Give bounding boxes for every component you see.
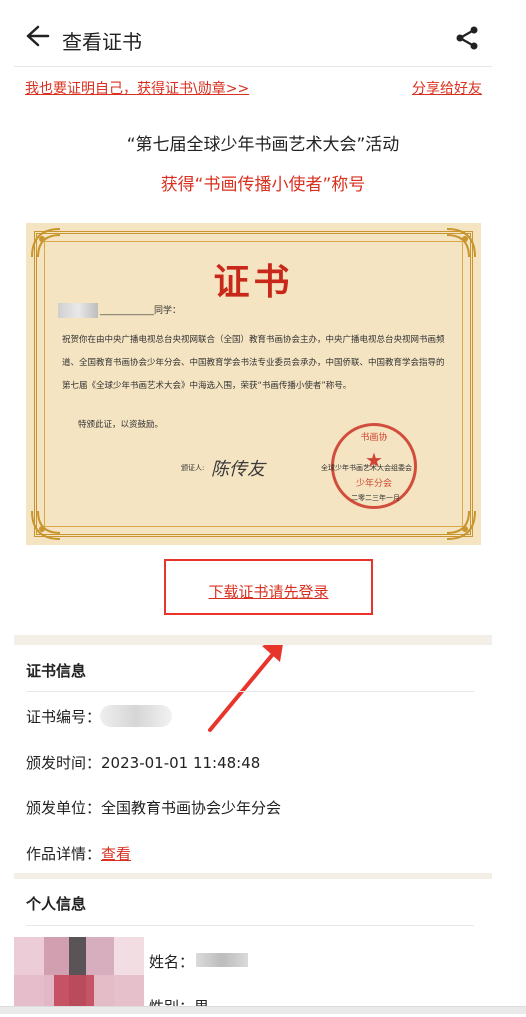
certificate-date: 二零二三年一月	[351, 494, 400, 502]
download-login-box: 下载证书请先登录	[164, 559, 373, 615]
certificate-org: 全球少年书画艺术大会组委会	[321, 464, 412, 472]
cert-number-row: 证书编号：	[26, 706, 101, 727]
work-detail-label: 作品详情：	[26, 845, 102, 863]
divider	[26, 691, 474, 692]
share-friend-link[interactable]: 分享给好友	[412, 78, 482, 98]
cert-number-label: 证书编号：	[26, 708, 102, 726]
certificate-greeting: ____________同学：	[100, 306, 182, 316]
blurred-name	[196, 953, 248, 967]
issue-time-value: 2023-01-01 11:48:48	[101, 754, 261, 772]
blurred-student-name	[58, 303, 98, 318]
header-divider	[14, 66, 492, 67]
cert-info-title: 证书信息	[26, 662, 87, 680]
seal-bottom-text: 少年分会	[355, 479, 392, 489]
signature: 陈传友	[211, 459, 265, 480]
red-arrow-annotation-icon	[208, 638, 284, 732]
view-work-link[interactable]: 查看	[101, 845, 131, 863]
event-name: “第七届全球少年书画艺术大会”活动	[126, 135, 400, 155]
divider	[26, 925, 474, 926]
prove-self-link[interactable]: 我也要证明自己，获得证书\勋章>>	[25, 78, 249, 98]
seal-top-text: 书画协	[360, 433, 388, 443]
share-icon[interactable]	[454, 25, 480, 51]
issue-time-label: 颁发时间：	[26, 754, 102, 772]
top-bar: 查看证书	[0, 0, 526, 66]
blurred-cert-number	[100, 705, 172, 727]
corner-ornament-icon	[446, 510, 476, 540]
download-login-link[interactable]: 下载证书请先登录	[166, 581, 371, 602]
issuer-row: 颁发单位：全国教育书画协会少年分会	[26, 797, 281, 818]
page-title: 查看证书	[62, 30, 142, 54]
issuer-value: 全国教育书画协会少年分会	[101, 799, 282, 817]
work-detail-row: 作品详情：查看	[26, 843, 131, 864]
award-title: 获得“书画传播小使者”称号	[160, 175, 366, 195]
issue-time-row: 颁发时间：2023-01-01 11:48:48	[26, 752, 260, 773]
personal-info-title: 个人信息	[26, 895, 87, 913]
corner-ornament-icon	[31, 510, 61, 540]
signer-label: 颁证人:	[181, 464, 205, 472]
certificate-title: 证书	[213, 262, 294, 303]
issuer-label: 颁发单位：	[26, 799, 102, 817]
certificate-closing: 特颁此证，以资鼓励。	[78, 420, 164, 430]
section-separator	[14, 873, 492, 879]
section-separator	[14, 635, 492, 645]
certificate-body: 祝贺你在由中央广播电视总台央视网联合（全国）教育书画协会主办，中央广播电视总台央…	[62, 335, 445, 391]
name-label: 姓名：	[149, 953, 195, 971]
certificate-image: 证书 ____________同学： 祝贺你在由中央广播电视总台央视网联合（全国…	[26, 223, 481, 545]
back-arrow-icon[interactable]	[22, 22, 50, 50]
